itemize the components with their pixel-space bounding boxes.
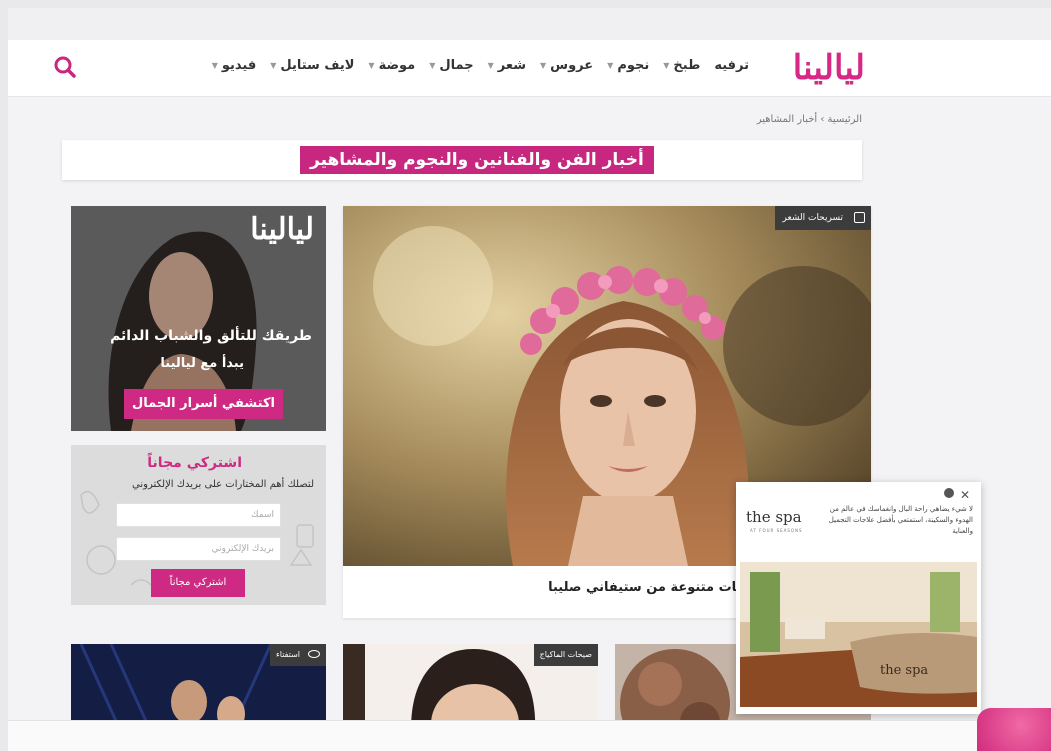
newsletter-subtitle: لتصلك أهم المختارات على بريدك الإلكتروني	[132, 479, 314, 490]
spa-ad-text: لا شيء يضاهي راحة البال وانغماسك في عالم…	[828, 505, 973, 535]
chevron-down-icon: ▼	[429, 61, 436, 70]
nav-item-bride[interactable]: عروس ▼	[540, 58, 593, 73]
email-field[interactable]: بريدك الإلكتروني	[116, 537, 281, 561]
main-nav: فيديو ▼ لايف ستايل ▼ موضة ▼ جمال ▼ شعر ▼ عروس…	[212, 58, 749, 73]
card-badge-label: استفتاء	[276, 650, 300, 659]
newsletter-box: اشتركي مجاناً لتصلك أهم المختارات على بر…	[71, 445, 326, 605]
chevron-down-icon: ▼	[211, 61, 218, 70]
nav-item-label: ترفيه	[714, 58, 749, 73]
nav-item-lifestyle[interactable]: لايف ستايل ▼	[270, 58, 354, 73]
card-badge[interactable]: صيحات الماكياج	[533, 644, 598, 666]
chevron-down-icon: ▼	[540, 61, 547, 70]
card-badge[interactable]: استفتاء	[270, 644, 326, 666]
nav-item-beauty[interactable]: جمال ▼	[429, 58, 473, 73]
nav-item-hair[interactable]: شعر ▼	[488, 58, 526, 73]
ad-info-icon[interactable]	[944, 488, 954, 498]
name-field[interactable]: اسمك	[116, 503, 281, 527]
nav-item-label: نجوم	[617, 58, 650, 73]
bottom-bar	[8, 720, 1051, 751]
search-icon	[54, 56, 76, 78]
chevron-down-icon: ▼	[607, 61, 614, 70]
spa-ad-image[interactable]: the spa	[740, 562, 977, 707]
spa-photo-art: the spa	[740, 562, 977, 707]
chevron-down-icon: ▼	[368, 61, 375, 70]
spa-ad-popup[interactable]: ✕ the spa AT FOUR SEASONS لا شيء يضاهي ر…	[736, 482, 981, 714]
newsletter-title: اشتركي مجاناً	[147, 455, 242, 471]
search-button[interactable]	[52, 54, 80, 82]
breadcrumb-current: أخبار المشاهير	[756, 114, 818, 125]
page-title-bar: أخبار الفن والفنانين والنجوم والمشاهير	[62, 140, 862, 180]
breadcrumb-home[interactable]: الرئيسية	[828, 114, 862, 125]
nav-item-label: شعر	[497, 58, 526, 73]
nav-item-cooking[interactable]: طبخ ▼	[663, 58, 700, 73]
promo-cta-button[interactable]: اكتشفي أسرار الجمال	[124, 389, 283, 419]
nav-item-stars[interactable]: نجوم ▼	[607, 58, 649, 73]
nav-item-label: عروس	[550, 58, 594, 73]
breadcrumb-separator: ›	[820, 114, 825, 125]
nav-item-label: جمال	[439, 58, 474, 73]
category-badge[interactable]: تسريحات الشعر	[774, 206, 871, 230]
eye-icon	[308, 650, 320, 658]
close-icon[interactable]: ✕	[960, 488, 970, 502]
nav-item-label: موضة	[378, 58, 416, 73]
breadcrumb: الرئيسية › أخبار المشاهير	[757, 114, 862, 125]
subscribe-button[interactable]: اشتركي مجاناً	[151, 569, 245, 597]
chevron-down-icon: ▼	[487, 61, 494, 70]
promo-logo: ليالينا	[250, 212, 314, 247]
promo-headline: طريقك للتألق والشباب الدائم	[110, 328, 312, 344]
nav-item-label: طبخ	[673, 58, 701, 73]
chevron-down-icon: ▼	[663, 61, 670, 70]
spa-logo: the spa	[746, 508, 802, 526]
chevron-down-icon: ▼	[270, 61, 277, 70]
nav-item-video[interactable]: فيديو ▼	[212, 58, 257, 73]
category-label: تسريحات الشعر	[782, 213, 843, 223]
floating-pink-badge[interactable]	[977, 708, 1051, 751]
svg-text:the spa: the spa	[880, 663, 928, 678]
browser-viewport: ليالينا فيديو ▼ لايف ستايل ▼ موضة ▼ جمال ▼ ش…	[8, 8, 1051, 751]
top-strip	[8, 8, 1051, 40]
nav-item-label: لايف ستايل	[280, 58, 355, 73]
site-logo[interactable]: ليالينا	[793, 48, 866, 88]
promo-subline: يبدأ مع ليالينا	[160, 356, 244, 371]
gallery-icon	[854, 212, 865, 223]
site-header: ليالينا فيديو ▼ لايف ستايل ▼ موضة ▼ جمال ▼ ش…	[8, 40, 1051, 97]
nav-item-fashion[interactable]: موضة ▼	[368, 58, 415, 73]
nav-item-label: فيديو	[221, 58, 257, 73]
page-title: أخبار الفن والفنانين والنجوم والمشاهير	[300, 146, 654, 174]
promo-banner[interactable]: ليالينا طريقك للتألق والشباب الدائم يبدأ…	[71, 206, 326, 431]
spa-tagline: AT FOUR SEASONS	[750, 528, 803, 533]
nav-item-entertainment[interactable]: ترفيه	[714, 58, 749, 73]
